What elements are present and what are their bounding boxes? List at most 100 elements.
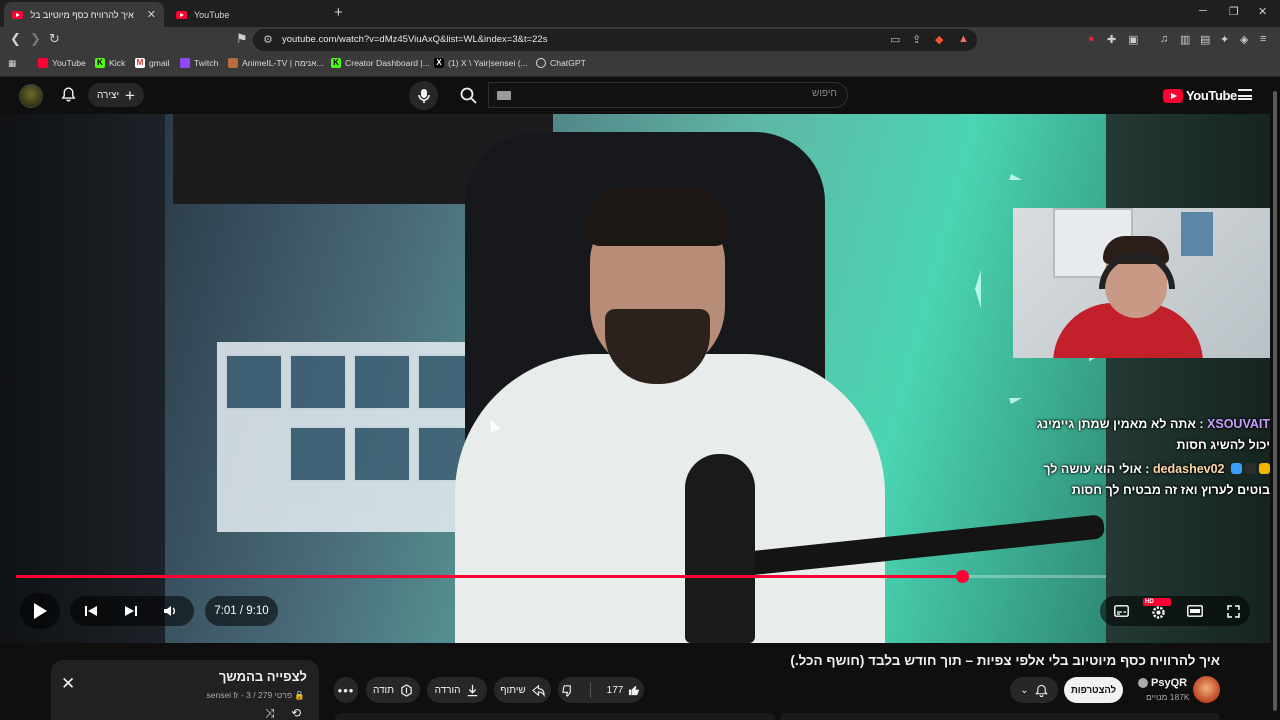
like-icon [629, 685, 640, 695]
brave-rewards-icon[interactable]: ▲ [958, 33, 969, 45]
bookmark-youtube[interactable]: YouTube [38, 58, 86, 68]
extension-record-icon[interactable]: ● [1088, 33, 1095, 45]
bookmark-chatgpt[interactable]: ChatGPT [536, 58, 586, 68]
sidebar-icon[interactable]: ▥ [1180, 33, 1190, 46]
youtube-play-logo-icon [1163, 88, 1183, 103]
like-button[interactable]: 177 [607, 684, 642, 697]
shelf-cell [353, 426, 411, 482]
chat-badge-icon [1245, 463, 1256, 474]
youtube-favicon-icon [176, 10, 187, 19]
join-button[interactable]: להצטרפות [1064, 677, 1123, 703]
video-title: איך להרוויח כסף מיוטיוב בלי אלפי צפיות –… [790, 653, 1220, 668]
share-icon [531, 684, 545, 697]
browser-tab-youtube[interactable]: YouTube [168, 2, 328, 27]
leo-icon[interactable]: ✦ [1220, 33, 1229, 46]
video-frame[interactable] [165, 114, 1106, 643]
bookmark-kick[interactable]: K Kick [95, 58, 125, 68]
notification-settings-button[interactable]: ⌄ [1010, 677, 1058, 703]
url-text[interactable]: youtube.com/watch?v=dMz45ViuAxQ&list=WL&… [282, 34, 547, 45]
presenter-hair [585, 186, 730, 246]
subscriber-count: 187K מנויים [1146, 692, 1190, 702]
cast-icon[interactable]: ▭ [890, 33, 900, 46]
menu-hamburger-icon[interactable]: ≡ [1260, 33, 1266, 45]
browser-toolbar: ❮ ❯ ↻ ⚑ ⚙ youtube.com/watch?v=dMz45ViuAx… [0, 27, 1280, 53]
notifications-bell-icon[interactable] [60, 86, 77, 103]
dislike-button[interactable] [561, 684, 574, 697]
bookmark-gmail[interactable]: Mgmail [135, 58, 170, 68]
bookmark-animeil[interactable]: AnimeIL-TV | אנימה... [228, 58, 324, 68]
shuffle-icon[interactable]: ⤨ [265, 706, 275, 720]
progress-bar[interactable] [16, 570, 1106, 583]
voice-search-button[interactable] [409, 81, 438, 110]
video-player[interactable]: XSOUVAIT : אתה לא מאמין שמתן גיימינג יכו… [0, 114, 1270, 643]
thanks-button[interactable]: תודה [366, 677, 420, 703]
wallet-icon[interactable]: ▤ [1200, 33, 1210, 46]
page-scrollbar[interactable] [1270, 77, 1280, 720]
vpn-icon[interactable]: ◈ [1240, 33, 1248, 46]
guide-menu-icon[interactable] [1238, 89, 1252, 100]
music-icon[interactable]: ♫ [1160, 33, 1168, 45]
download-icon [468, 684, 478, 696]
forward-icon[interactable]: ❯ [30, 31, 41, 47]
brave-shield-icon[interactable]: ◆ [935, 33, 943, 46]
bookmark-icon[interactable]: ⚑ [236, 31, 248, 47]
playlist-owner: sensei fr [206, 690, 239, 700]
close-tab-icon[interactable]: ✕ [147, 8, 156, 21]
youtube-logo[interactable]: YouTube [1163, 88, 1237, 103]
share-label: שיתוף [500, 684, 526, 696]
bookmark-label: ChatGPT [550, 58, 586, 68]
scrollbar-thumb[interactable] [1273, 91, 1277, 711]
bookmark-creator-dashboard[interactable]: K Creator Dashboard |... [331, 58, 430, 68]
search-input[interactable] [537, 88, 837, 99]
microphone [685, 454, 755, 643]
close-window-icon[interactable]: ✕ [1258, 5, 1267, 18]
subscribed-bell-icon [1034, 684, 1048, 697]
previous-icon [85, 606, 97, 616]
next-button[interactable] [120, 599, 142, 623]
address-bar[interactable]: ⚙ youtube.com/watch?v=dMz45ViuAxQ&list=W… [253, 29, 977, 51]
miniplayer-button[interactable] [1184, 599, 1206, 623]
create-button[interactable]: יצירה + [88, 83, 144, 107]
play-icon [34, 603, 47, 619]
extensions-icon[interactable]: ✚ [1107, 33, 1116, 46]
divider [589, 682, 591, 698]
screenshot-icon[interactable]: ▣ [1128, 33, 1138, 46]
search-button[interactable] [448, 80, 488, 110]
share-button[interactable]: שיתוף [494, 677, 551, 703]
subtitles-button[interactable] [1110, 599, 1132, 623]
share-icon[interactable]: ⇪ [912, 33, 921, 46]
new-tab-icon[interactable]: + [334, 4, 343, 21]
browser-tab-active[interactable]: איך להרוויח כסף מיוטיוב בלי אלפי ✕ [4, 2, 164, 27]
bookmark-twitch[interactable]: Twitch [180, 58, 218, 68]
reload-icon[interactable]: ↻ [49, 31, 60, 47]
site-info-icon[interactable]: ⚙ [263, 33, 273, 46]
thanks-label: תודה [372, 684, 395, 696]
verified-icon [1138, 678, 1148, 688]
bookmark-x[interactable]: X (1) X \ Yair|sensei (... [434, 58, 528, 68]
keyboard-icon[interactable] [497, 91, 511, 100]
apps-grid-icon[interactable]: ▦ [8, 58, 16, 69]
channel-name[interactable]: PsyQR [1138, 677, 1187, 689]
figure-shelf [217, 342, 487, 532]
loop-icon[interactable]: ⟲ [291, 706, 301, 720]
shelf-cell [289, 354, 347, 410]
back-icon[interactable]: ❮ [10, 31, 21, 47]
more-actions-button[interactable]: ••• [334, 677, 358, 703]
previous-button[interactable] [80, 599, 102, 623]
volume-button[interactable] [159, 599, 181, 623]
stream-chat-overlay: XSOUVAIT : אתה לא מאמין שמתן גיימינג יכו… [1025, 414, 1270, 504]
minimize-icon[interactable]: ─ [1199, 5, 1207, 17]
account-avatar[interactable] [19, 84, 43, 108]
channel-avatar[interactable] [1193, 676, 1220, 703]
restore-icon[interactable]: ❐ [1229, 5, 1239, 18]
close-playlist-icon[interactable]: ✕ [61, 674, 75, 694]
download-button[interactable]: הורדה [427, 677, 487, 703]
animeil-icon [228, 58, 238, 68]
fullscreen-button[interactable] [1222, 599, 1244, 623]
play-button[interactable] [20, 593, 60, 629]
playlist-title[interactable]: לצפייה בהמשך [219, 669, 307, 684]
settings-button[interactable] [1147, 600, 1169, 624]
description-card-edge [335, 713, 775, 720]
chat-badge-icon [1259, 463, 1270, 474]
search-box [488, 82, 848, 108]
